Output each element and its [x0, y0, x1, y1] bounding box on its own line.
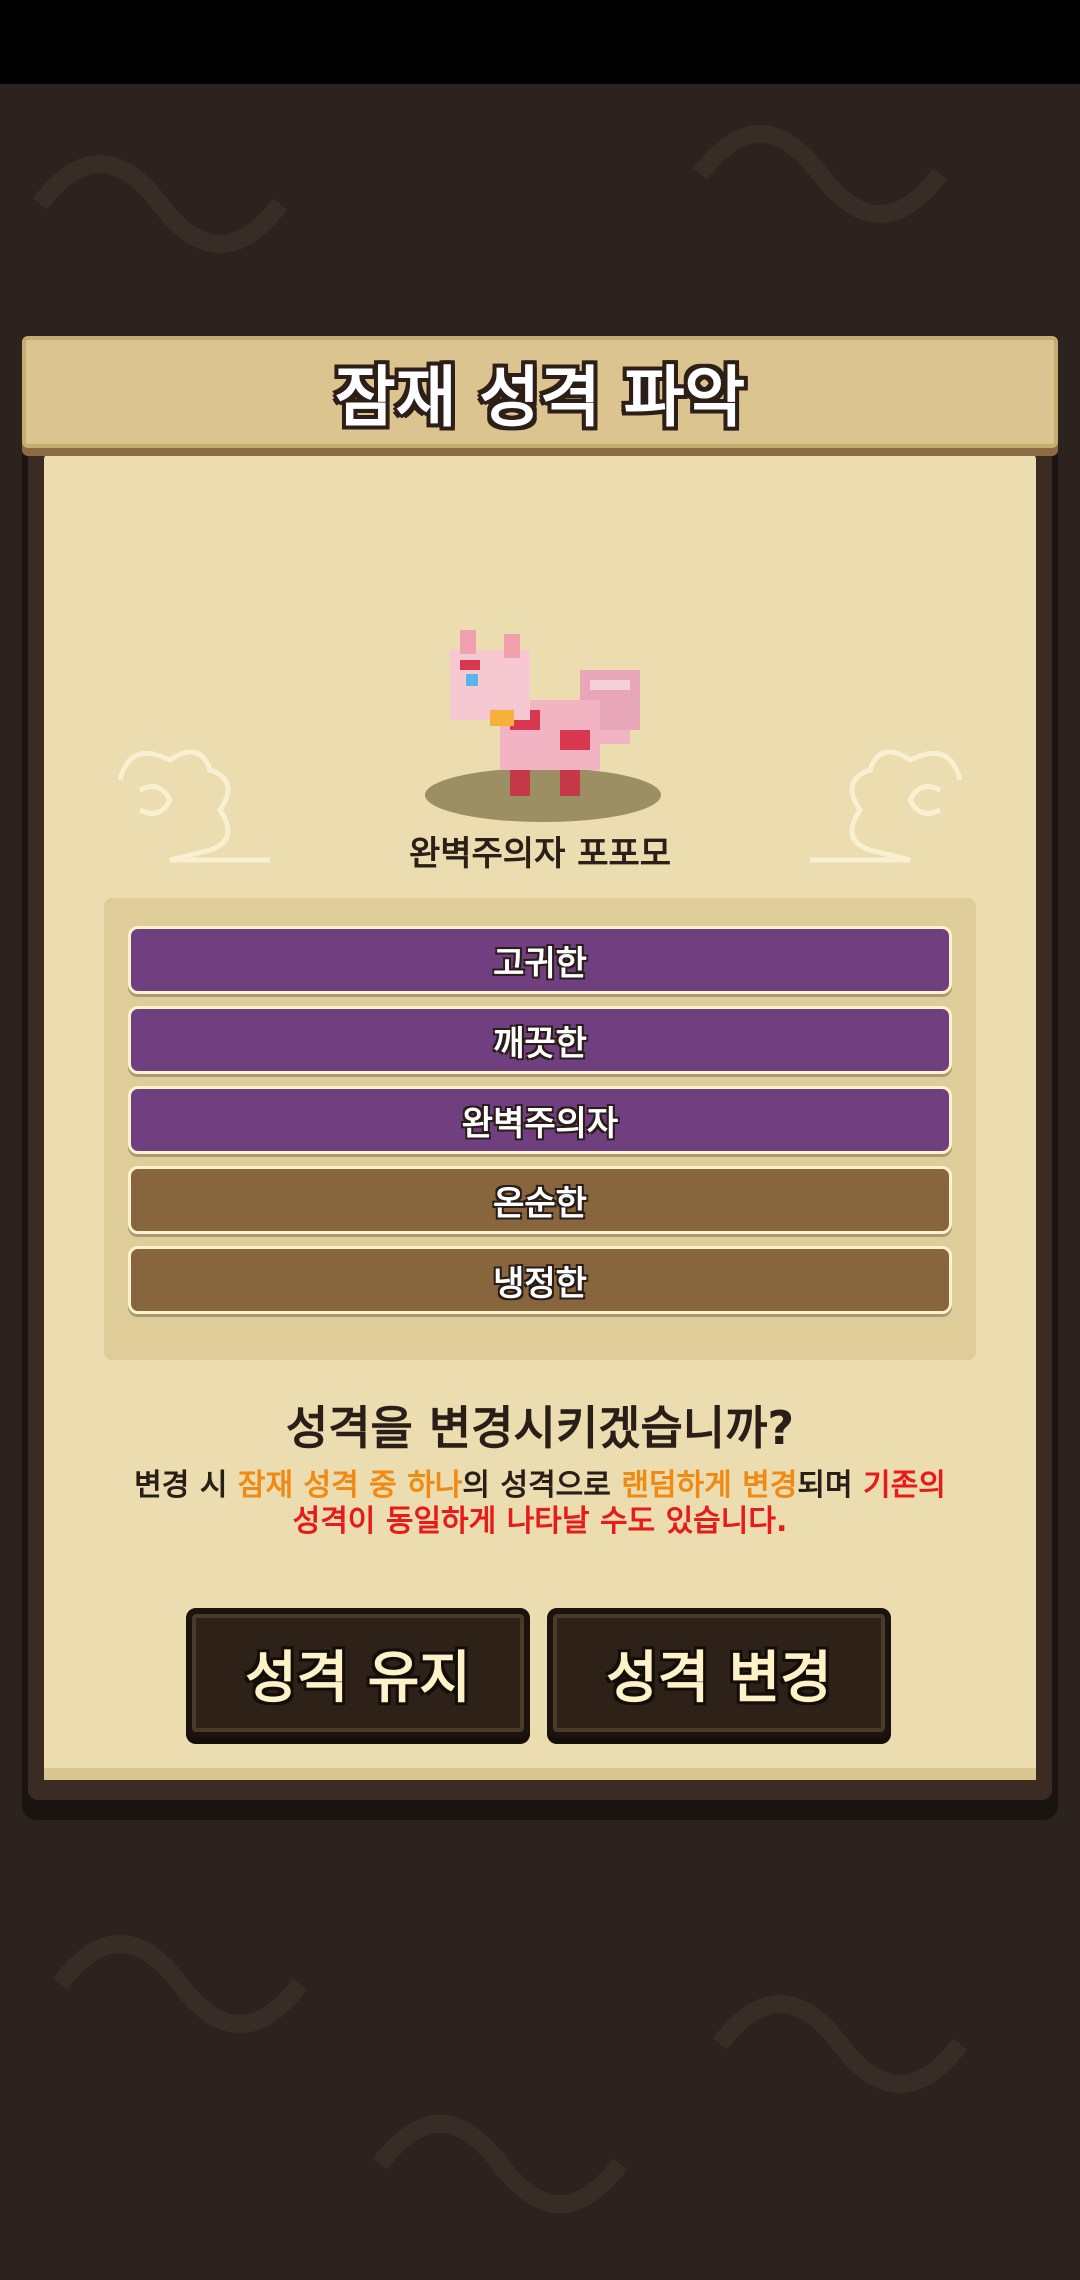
personality-label: 깨끗한	[493, 1023, 587, 1064]
change-question: 성격을 변경시키겠습니까?	[285, 1401, 795, 1455]
pink-dragon-sprite	[450, 630, 640, 796]
personality-option[interactable]: 냉정한	[128, 1246, 952, 1314]
personality-option[interactable]: 깨끗한	[128, 1006, 952, 1074]
personality-option[interactable]: 온순한	[128, 1166, 952, 1234]
title-banner: 잠재 성격 파악	[22, 336, 1058, 448]
personality-label: 냉정한	[493, 1263, 587, 1304]
personality-label: 온순한	[493, 1183, 587, 1224]
personality-option[interactable]: 고귀한	[128, 926, 952, 994]
creature-name: 완벽주의자 포포모	[408, 834, 672, 874]
paper-edge	[44, 1768, 1036, 1780]
status-bar	[0, 0, 1080, 84]
personality-label: 고귀한	[493, 943, 587, 984]
dialog-title: 잠재 성격 파악	[334, 359, 746, 436]
change-notice: 변경 시 잠재 성격 중 하나의 성격으로 랜덤하게 변경되며 기존의 성격이 …	[134, 1468, 946, 1539]
keep-personality-button[interactable]: 성격 유지	[186, 1608, 530, 1738]
change-personality-button[interactable]: 성격 변경	[547, 1608, 891, 1738]
personality-option[interactable]: 완벽주의자	[128, 1086, 952, 1154]
personality-label: 완벽주의자	[461, 1103, 619, 1144]
